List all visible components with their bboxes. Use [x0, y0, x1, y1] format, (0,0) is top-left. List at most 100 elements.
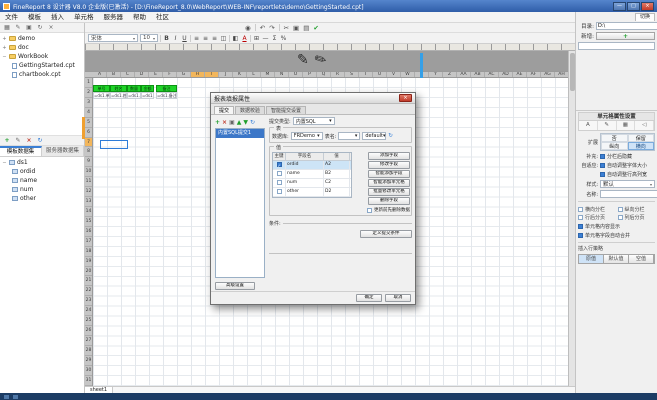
column-header[interactable]: AD: [499, 72, 513, 77]
column-header[interactable]: A: [93, 72, 107, 77]
add-dataset-icon[interactable]: +: [3, 137, 11, 144]
insert-strategy-option[interactable]: 原值: [579, 255, 604, 263]
row-header[interactable]: 2: [85, 88, 92, 98]
directory-input[interactable]: [596, 22, 657, 30]
tab-text-attr[interactable]: A: [579, 121, 598, 130]
row-header[interactable]: 23: [85, 296, 92, 306]
row-header[interactable]: 26: [85, 326, 92, 336]
field-action-button[interactable]: 智能添加字段: [368, 170, 410, 178]
edit-dataset-icon[interactable]: ✎: [14, 137, 22, 144]
redo-icon[interactable]: ↷: [269, 24, 274, 32]
row-header[interactable]: 3: [85, 98, 92, 108]
pagination-option[interactable]: 横向分栏: [578, 206, 616, 213]
column-header[interactable]: AG: [541, 72, 555, 77]
column-header[interactable]: AE: [513, 72, 527, 77]
undo-icon[interactable]: ↶: [260, 24, 265, 32]
tree-item-folder[interactable]: + demo: [0, 34, 84, 43]
submit-event-item-selected[interactable]: 内置SQL提交1: [216, 129, 264, 138]
submit-type-select[interactable]: 内置SQL ▾: [293, 117, 335, 125]
panel-switch-tab[interactable]: 切换: [635, 13, 655, 21]
refresh-icon[interactable]: ↻: [36, 24, 44, 31]
align-center-icon[interactable]: ≡: [202, 35, 209, 42]
delete-dataset-icon[interactable]: ×: [25, 137, 33, 144]
row-header[interactable]: 6: [85, 128, 92, 138]
sum-icon[interactable]: Σ: [271, 35, 278, 42]
column-header[interactable]: U: [373, 72, 387, 77]
column-header[interactable]: F: [163, 72, 177, 77]
dataset-root[interactable]: − ds1: [0, 158, 84, 167]
tree-item-folder[interactable]: + doc: [0, 43, 84, 52]
ok-button[interactable]: 确定: [356, 294, 382, 302]
move-down-icon[interactable]: ▼: [243, 119, 248, 126]
column-header[interactable]: Z: [443, 72, 457, 77]
percent-icon[interactable]: %: [280, 35, 287, 42]
row-header[interactable]: 14: [85, 207, 92, 217]
menu-item[interactable]: 模板: [23, 12, 46, 23]
column-header[interactable]: AB: [471, 72, 485, 77]
table-row[interactable]: name B2: [273, 170, 351, 179]
column-header[interactable]: T: [359, 72, 373, 77]
pagination-option[interactable]: 纵向分栏: [618, 206, 656, 213]
tab-template-dataset[interactable]: 模板数据集: [0, 146, 42, 156]
row-header[interactable]: 31: [85, 376, 92, 386]
menu-item[interactable]: 社区: [151, 12, 174, 23]
selected-cell[interactable]: [100, 140, 128, 149]
advanced-settings-button[interactable]: 高级设置: [215, 282, 255, 290]
font-color-icon[interactable]: A: [241, 35, 248, 42]
close-panel-icon[interactable]: ×: [47, 24, 55, 31]
copy-icon[interactable]: ▣: [229, 119, 235, 126]
column-header[interactable]: S: [345, 72, 359, 77]
data-cell[interactable]: =ds1.金额: [141, 92, 154, 99]
row-header[interactable]: 1: [85, 78, 92, 88]
row-header[interactable]: 13: [85, 197, 92, 207]
checkbox-unchecked[interactable]: [618, 215, 623, 220]
column-header[interactable]: I: [205, 72, 219, 77]
column-header[interactable]: J: [219, 72, 233, 77]
data-cell[interactable]: =ds1.数量: [127, 92, 141, 99]
column-header[interactable]: B: [107, 72, 121, 77]
checkbox-unchecked[interactable]: [578, 215, 583, 220]
table-row[interactable]: other D2: [273, 188, 351, 197]
tab-other-attr[interactable]: ◁: [635, 121, 654, 130]
row-header[interactable]: 19: [85, 257, 92, 267]
row-header[interactable]: 11: [85, 177, 92, 187]
column-header[interactable]: Y: [429, 72, 443, 77]
column-header[interactable]: AC: [485, 72, 499, 77]
tab-submit[interactable]: 提交: [214, 106, 234, 114]
menu-item[interactable]: 服务器: [99, 12, 129, 23]
row-header[interactable]: 8: [85, 147, 92, 157]
column-header[interactable]: W: [401, 72, 415, 77]
row-header[interactable]: 28: [85, 346, 92, 356]
tree-item-file[interactable]: GettingStarted.cpt: [0, 61, 84, 70]
column-header[interactable]: D: [135, 72, 149, 77]
tree-item-file[interactable]: chartbook.cpt: [0, 70, 84, 79]
expander-icon[interactable]: +: [2, 36, 7, 42]
search-input[interactable]: [578, 42, 655, 50]
column-header[interactable]: AH: [555, 72, 568, 77]
row-header[interactable]: 25: [85, 316, 92, 326]
maximize-button[interactable]: □: [627, 2, 640, 11]
row-header[interactable]: 24: [85, 306, 92, 316]
column-header[interactable]: E: [149, 72, 163, 77]
align-left-icon[interactable]: ≡: [193, 35, 200, 42]
expand-option[interactable]: 否: [601, 134, 628, 142]
submit-event-list[interactable]: 内置SQL提交1: [215, 128, 265, 278]
header-cell[interactable]: 金额: [141, 85, 154, 92]
row-header[interactable]: 5: [85, 118, 92, 128]
field-action-button[interactable]: 添加字段: [368, 152, 410, 160]
database-select[interactable]: FRDemo ▾: [291, 132, 323, 140]
row-header[interactable]: 20: [85, 267, 92, 277]
field-action-button[interactable]: 批量修改单元格: [368, 188, 410, 196]
italic-icon[interactable]: I: [172, 35, 179, 42]
cut-icon[interactable]: ✂: [284, 24, 289, 32]
row-header[interactable]: 7: [85, 138, 92, 148]
row-header[interactable]: 15: [85, 217, 92, 227]
row-header[interactable]: 18: [85, 247, 92, 257]
menu-item[interactable]: 帮助: [128, 12, 151, 23]
dataset-field[interactable]: other: [0, 194, 84, 203]
font-family-select[interactable]: 宋体 ▾: [88, 34, 138, 42]
checkbox-checked[interactable]: [578, 224, 583, 229]
add-button[interactable]: +: [596, 32, 655, 40]
refresh-dataset-icon[interactable]: ↻: [36, 137, 44, 144]
tab-smart-submit[interactable]: 智能提交设置: [266, 106, 306, 114]
